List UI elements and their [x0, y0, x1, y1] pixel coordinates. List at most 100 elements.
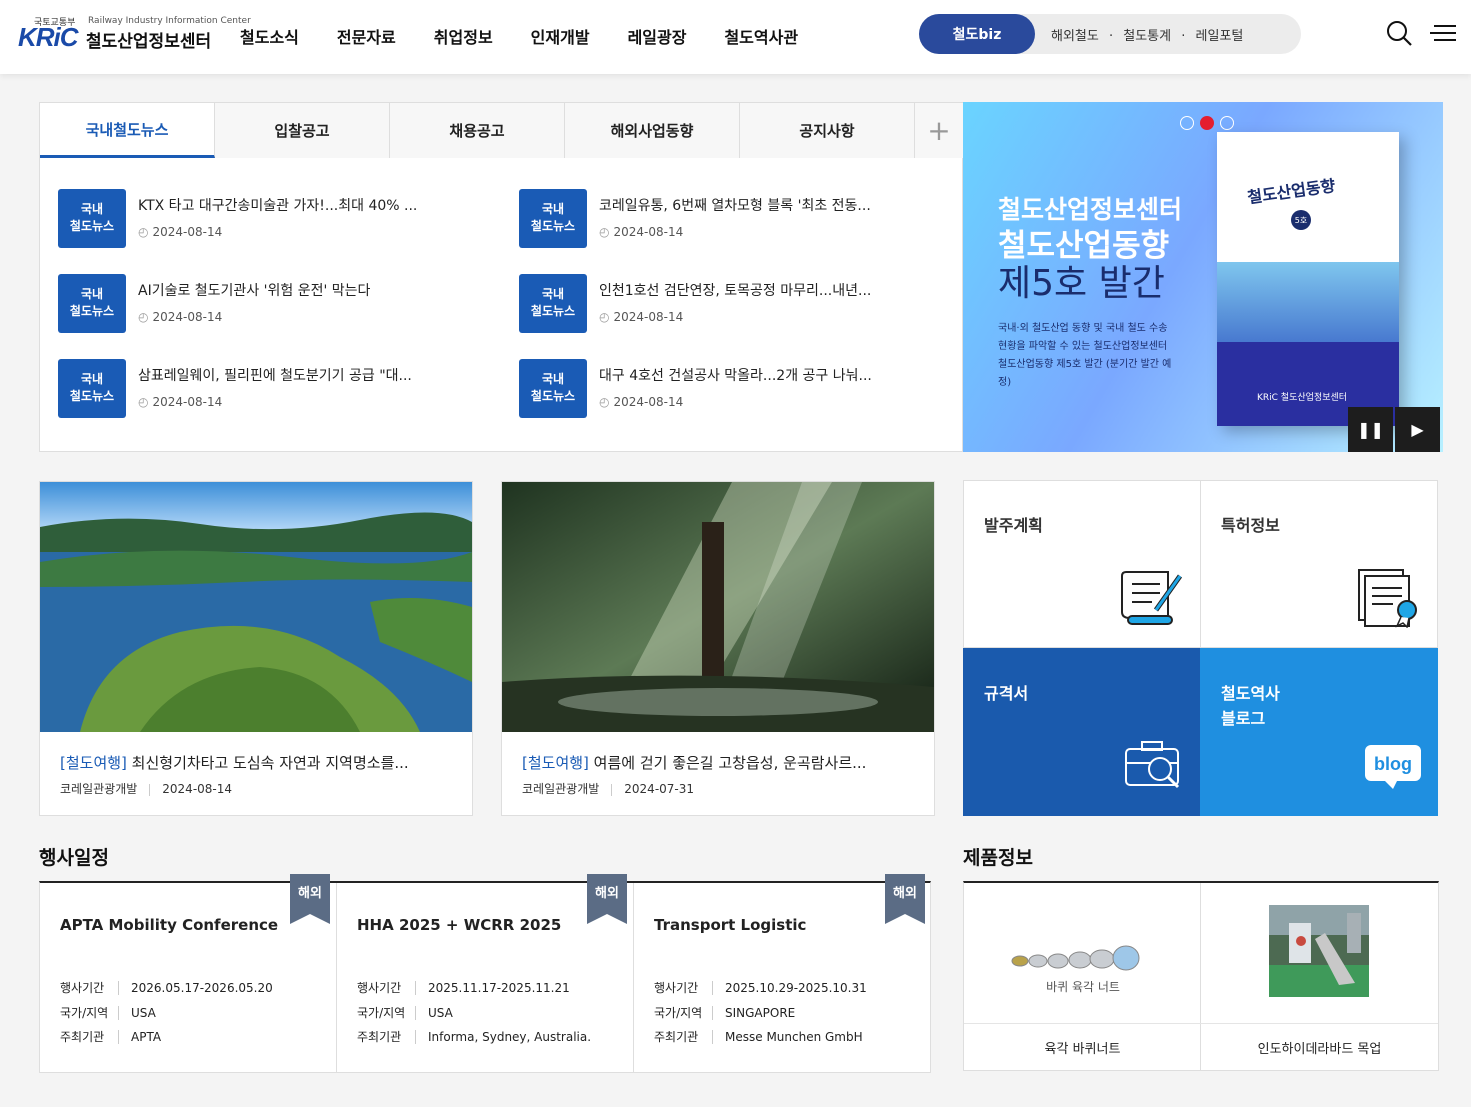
- news-date: ◴ 2024-08-14: [138, 310, 223, 324]
- news-date: ◴ 2024-08-14: [138, 225, 223, 239]
- nav-railway-news[interactable]: 철도소식: [240, 24, 299, 48]
- book-logo: KRiC 철도산업정보센터: [1257, 393, 1348, 403]
- news-item[interactable]: 국내 철도뉴스 코레일유통, 6번째 열차모형 블록 '최초 전동... ◴ 202…: [519, 187, 959, 249]
- order-plan-icon: [1121, 571, 1183, 625]
- tab-recruitment[interactable]: 채용공고: [390, 103, 565, 158]
- link-rail-portal[interactable]: 레일포털: [1196, 29, 1244, 44]
- event-title[interactable]: Transport Logistic: [654, 916, 806, 934]
- event-period: 행사기간 2025.10.29-2025.10.31: [654, 981, 867, 995]
- travel-card[interactable]: [철도여행] 여름에 걷기 좋은길 고창읍성, 운곡람사르... 코레일관광개발…: [501, 481, 935, 816]
- news-title[interactable]: 대구 4호선 건설공사 막올라...2개 공구 나눠...: [599, 365, 872, 385]
- news-title[interactable]: 삼표레일웨이, 필리핀에 철도분기기 공급 "대...: [138, 365, 412, 385]
- news-badge: 국내 철도뉴스: [58, 359, 126, 418]
- travel-meta: 코레일관광개발 2024-08-14: [60, 782, 233, 796]
- event-country: 국가/지역 USA: [60, 1006, 156, 1020]
- hamburger-menu-icon[interactable]: [1428, 18, 1458, 48]
- nav-rail-plaza[interactable]: 레일광장: [628, 24, 687, 48]
- logo-english-name: Railway Industry Information Center: [88, 16, 251, 26]
- link-separator: ·: [1108, 29, 1114, 44]
- more-plus-icon[interactable]: +: [915, 103, 963, 158]
- quick-menu-grid: 발주계획 특허정보 규격서 철도역사 블로그 blog: [963, 480, 1439, 816]
- tab-domestic-news[interactable]: 국내철도뉴스: [40, 103, 215, 158]
- overseas-flag: 해외: [290, 874, 330, 924]
- nav-jobs[interactable]: 취업정보: [434, 24, 493, 48]
- news-item[interactable]: 국내 철도뉴스 삼표레일웨이, 필리핀에 철도분기기 공급 "대... ◴ 2024…: [58, 357, 498, 419]
- product-name[interactable]: 인도하이데라바드 목업: [1201, 1023, 1438, 1071]
- play-icon[interactable]: ▶: [1395, 407, 1440, 452]
- nav-talent[interactable]: 인재개발: [531, 24, 590, 48]
- tab-notices[interactable]: 공지사항: [740, 103, 915, 158]
- news-date: ◴ 2024-08-14: [138, 395, 223, 409]
- clock-icon: ◴: [599, 310, 610, 324]
- news-badge: 국내 철도뉴스: [519, 359, 587, 418]
- product-name[interactable]: 육각 바퀴너트: [964, 1023, 1201, 1071]
- news-title[interactable]: KTX 타고 대구간송미술관 가자!...최대 40% ...: [138, 195, 417, 215]
- tab-overseas-business[interactable]: 해외사업동향: [565, 103, 740, 158]
- overseas-flag: 해외: [587, 874, 627, 924]
- news-title[interactable]: AI기술로 철도기관사 '위험 운전' 막는다: [138, 280, 370, 300]
- news-item[interactable]: 국내 철도뉴스 KTX 타고 대구간송미술관 가자!...최대 40% ... ◴…: [58, 187, 498, 249]
- quick-history-blog[interactable]: 철도역사 블로그 blog: [1200, 648, 1438, 816]
- travel-title[interactable]: [철도여행] 최신형기차타고 도심속 자연과 지역명소를...: [60, 752, 409, 773]
- hex-nut-photo[interactable]: 바퀴 육각 너트: [998, 903, 1168, 1003]
- products-section-title: 제품정보: [963, 847, 1033, 869]
- slider-dot[interactable]: [1220, 116, 1234, 130]
- tab-bids[interactable]: 입찰공고: [215, 103, 390, 158]
- slider-dot-active[interactable]: [1200, 116, 1214, 130]
- slider-dot[interactable]: [1180, 116, 1194, 130]
- spec-toolbox-icon: [1125, 741, 1180, 789]
- report-book-cover: 철도산업동향 5호 KRiC 철도산업정보센터: [1217, 132, 1399, 426]
- promo-banner[interactable]: 철도산업정보센터 철도산업동향 제5호 발간 국내·외 철도산업 동향 및 국내…: [963, 102, 1443, 452]
- forest-light-photo[interactable]: [502, 482, 934, 732]
- search-icon[interactable]: [1384, 18, 1414, 48]
- pause-icon[interactable]: ❚❚: [1348, 407, 1393, 452]
- news-date: ◴ 2024-08-14: [599, 395, 684, 409]
- events-list: 해외 APTA Mobility Conference 행사기간 2026.05.…: [39, 874, 931, 1073]
- link-overseas-rail[interactable]: 해외철도: [1051, 29, 1099, 44]
- news-panel: 국내철도뉴스 입찰공고 채용공고 해외사업동향 공지사항 + 국내 철도뉴스 KT…: [39, 102, 964, 452]
- nav-history-hall[interactable]: 철도역사관: [724, 24, 798, 48]
- event-title[interactable]: APTA Mobility Conference: [60, 916, 278, 934]
- news-tabs: 국내철도뉴스 입찰공고 채용공고 해외사업동향 공지사항 +: [40, 103, 964, 158]
- news-item[interactable]: 국내 철도뉴스 대구 4호선 건설공사 막올라...2개 공구 나눠... ◴ 20…: [519, 357, 959, 419]
- news-title[interactable]: 인천1호선 검단연장, 토목공정 마무리...내년...: [599, 280, 871, 300]
- quick-links-bar: 철도biz 해외철도 · 철도통계 · 레일포털: [919, 14, 1301, 54]
- event-title[interactable]: HHA 2025 + WCRR 2025: [357, 916, 561, 934]
- event-country: 국가/지역 SINGAPORE: [654, 1006, 796, 1020]
- event-period: 행사기간 2025.11.17-2025.11.21: [357, 981, 570, 995]
- banner-line3: 제5호 발간: [998, 263, 1165, 304]
- link-rail-stats[interactable]: 철도통계: [1123, 29, 1171, 44]
- site-logo[interactable]: 국토교통부 KRiC Railway Industry Information …: [18, 14, 251, 58]
- product-item[interactable]: 바퀴 육각 너트 육각 바퀴너트: [964, 883, 1201, 1071]
- product-item[interactable]: 인도하이데라바드 목업: [1201, 883, 1438, 1071]
- news-title[interactable]: 코레일유통, 6번째 열차모형 블록 '최초 전동...: [599, 195, 871, 215]
- travel-card[interactable]: [철도여행] 최신형기차타고 도심속 자연과 지역명소를... 코레일관광개발 2…: [39, 481, 473, 816]
- quick-label: 특허정보: [1221, 516, 1280, 535]
- event-host: 주최기관 Messe Munchen GmbH: [654, 1030, 863, 1044]
- site-header: 국토교통부 KRiC Railway Industry Information …: [0, 0, 1471, 74]
- clock-icon: ◴: [138, 225, 149, 239]
- book-title: 철도산업동향: [1246, 175, 1337, 208]
- product-image-caption: 바퀴 육각 너트: [1046, 980, 1120, 994]
- event-card[interactable]: 해외 APTA Mobility Conference 행사기간 2026.05.…: [40, 874, 337, 1073]
- news-item[interactable]: 국내 철도뉴스 인천1호선 검단연장, 토목공정 마무리...내년... ◴ 202…: [519, 272, 959, 334]
- nav-expert-data[interactable]: 전문자료: [337, 24, 396, 48]
- clock-icon: ◴: [599, 395, 610, 409]
- clock-icon: ◴: [138, 310, 149, 324]
- event-card[interactable]: 해외 HHA 2025 + WCRR 2025 행사기간 2025.11.17-2…: [337, 874, 634, 1073]
- quick-specifications[interactable]: 규격서: [963, 648, 1201, 816]
- quick-order-plan[interactable]: 발주계획: [963, 480, 1201, 648]
- products-list: 바퀴 육각 너트 육각 바퀴너트 인도하이데라바드 목업: [963, 881, 1439, 1071]
- travel-title[interactable]: [철도여행] 여름에 걷기 좋은길 고창읍성, 운곡람사르...: [522, 752, 866, 773]
- blog-icon-text: blog: [1374, 754, 1412, 774]
- quick-label: 발주계획: [984, 516, 1043, 535]
- quick-patent-info[interactable]: 특허정보: [1200, 480, 1438, 648]
- railbiz-button[interactable]: 철도biz: [919, 14, 1035, 54]
- lake-island-photo[interactable]: [40, 482, 472, 732]
- event-period: 행사기간 2026.05.17-2026.05.20: [60, 981, 273, 995]
- event-card[interactable]: 해외 Transport Logistic 행사기간 2025.10.29-202…: [634, 874, 931, 1073]
- news-item[interactable]: 국내 철도뉴스 AI기술로 철도기관사 '위험 운전' 막는다 ◴ 2024-08-…: [58, 272, 498, 334]
- mockup-photo[interactable]: [1235, 903, 1405, 1003]
- event-host: 주최기관 APTA: [60, 1030, 162, 1044]
- news-badge: 국내 철도뉴스: [519, 274, 587, 333]
